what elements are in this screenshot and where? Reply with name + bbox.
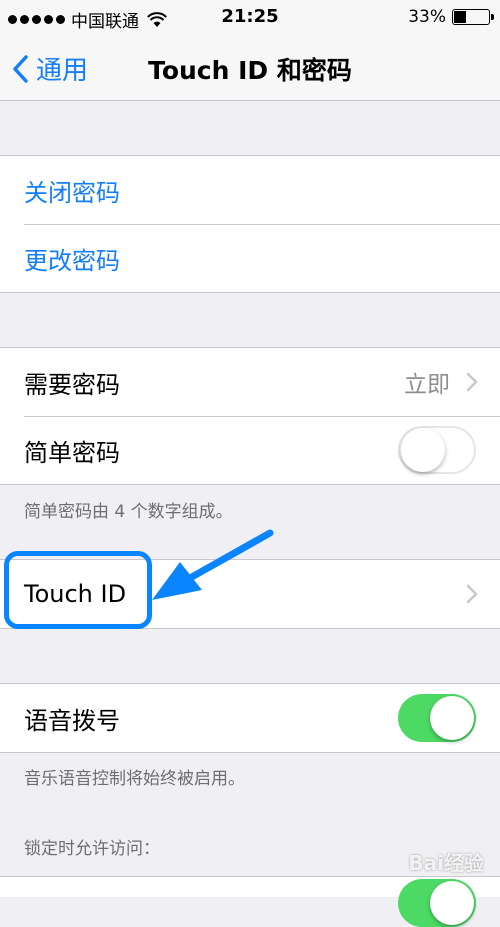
voice-dial-group: 语音拨号 <box>0 683 500 753</box>
toggle-knob <box>430 696 474 740</box>
navigation-bar: 通用 Touch ID 和密码 <box>0 36 500 101</box>
require-passcode-value: 立即 <box>404 372 450 398</box>
locked-access-header: 锁定时允许访问： <box>24 839 160 859</box>
simple-passcode-toggle[interactable] <box>398 426 476 474</box>
baidu-watermark: Bai经验 <box>408 851 484 875</box>
simple-passcode-note: 简单密码由 4 个数字组成。 <box>24 502 233 522</box>
touch-id-highlight-box <box>4 551 152 629</box>
voice-dial-row: 语音拨号 <box>0 684 500 752</box>
turn-off-passcode-row[interactable]: 关闭密码 <box>0 156 500 224</box>
status-bar: 中国联通 21:25 33% <box>0 0 500 36</box>
annotation-arrow-icon <box>152 529 274 600</box>
require-passcode-label: 需要密码 <box>24 370 120 399</box>
simple-passcode-label: 简单密码 <box>24 438 120 467</box>
passcode-group: 关闭密码 更改密码 <box>0 155 500 293</box>
page-title: Touch ID 和密码 <box>148 56 352 85</box>
voice-dial-label: 语音拨号 <box>24 706 120 735</box>
chevron-right-icon <box>466 372 478 392</box>
voice-dial-note: 音乐语音控制将始终被启用。 <box>24 769 245 789</box>
turn-off-passcode-label: 关闭密码 <box>24 178 120 207</box>
require-passcode-row[interactable]: 需要密码 立即 <box>0 348 500 416</box>
passcode-options-group: 需要密码 立即 简单密码 <box>0 347 500 485</box>
change-passcode-row[interactable]: 更改密码 <box>0 224 500 292</box>
battery-percent: 33% <box>408 7 446 27</box>
chevron-right-icon <box>466 584 478 604</box>
change-passcode-label: 更改密码 <box>24 246 120 275</box>
locked-access-group <box>0 876 500 927</box>
status-right: 33% <box>408 7 494 27</box>
toggle-knob <box>401 428 445 472</box>
battery-fill <box>454 11 466 23</box>
locked-access-toggle[interactable] <box>398 879 476 927</box>
voice-dial-toggle[interactable] <box>398 694 476 742</box>
simple-passcode-row: 简单密码 <box>0 416 500 484</box>
battery-icon <box>452 9 494 25</box>
